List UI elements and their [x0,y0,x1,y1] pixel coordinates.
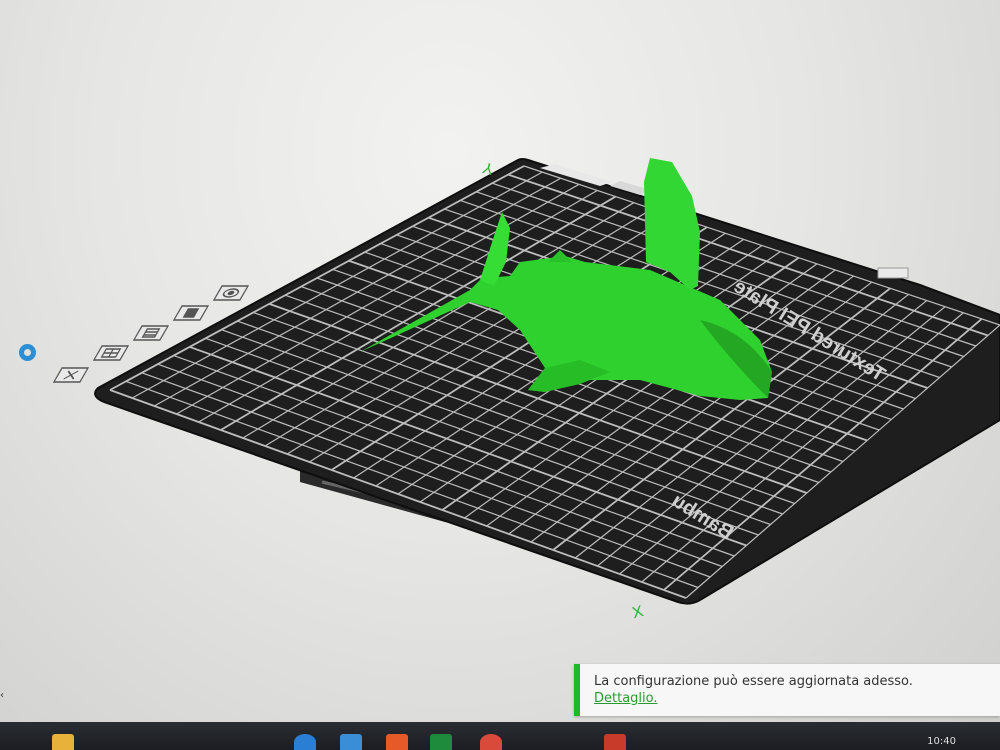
3d-viewport[interactable]: Textured PEI Plate Bambu Y X ‹ La config… [0,0,1000,750]
app-icon[interactable] [604,734,626,750]
edge-icon[interactable] [294,734,316,750]
grid-icon[interactable] [92,345,130,361]
build-plate-scene[interactable]: Textured PEI Plate Bambu Y X [0,0,1000,750]
notification-message: La configurazione può essere aggiornata … [594,674,913,689]
update-notification: La configurazione può essere aggiornata … [574,664,1000,716]
notification-details-link[interactable]: Dettaglio. [594,690,1000,707]
store-icon[interactable] [340,734,362,750]
close-icon[interactable] [52,367,90,383]
display-icon[interactable] [212,285,250,301]
excel-icon[interactable] [430,734,452,750]
chrome-icon[interactable] [480,734,502,750]
file-explorer-icon[interactable] [52,734,74,750]
corner-widget [877,267,909,279]
cube-face-icon[interactable] [132,325,170,341]
x-axis-label: X [631,603,646,622]
collapse-arrow-icon[interactable]: ‹ [0,690,4,701]
view-orbit-icon[interactable] [19,344,36,361]
taskbar-clock: 10:40 [927,736,956,747]
taskbar: 10:40 [0,722,1000,750]
office-icon[interactable] [386,734,408,750]
box-icon[interactable] [172,305,210,321]
